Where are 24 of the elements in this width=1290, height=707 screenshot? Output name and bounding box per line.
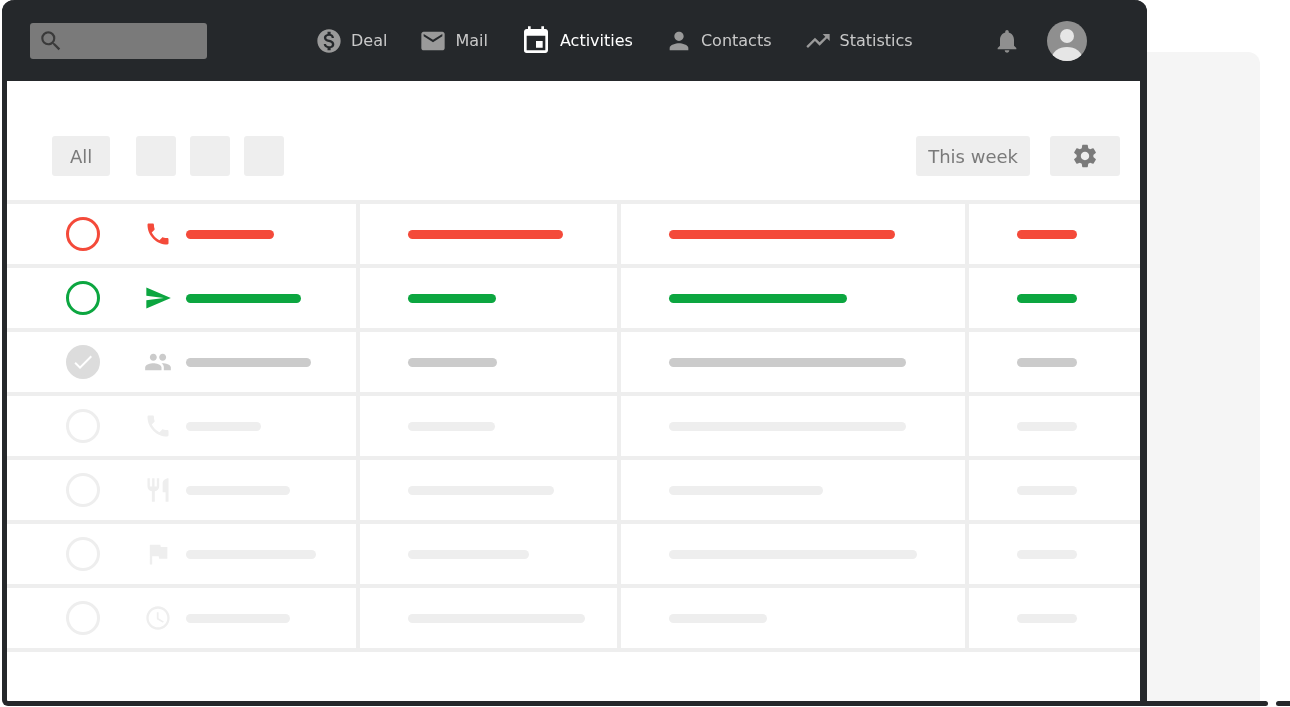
status-circle[interactable] (66, 217, 100, 251)
nav-label: Contacts (700, 31, 772, 50)
nav-label: Deal (351, 31, 388, 50)
search-field[interactable] (30, 22, 207, 59)
nav-tab[interactable]: Mail (419, 26, 488, 55)
settings-icon (1071, 142, 1099, 170)
settings-button[interactable] (1050, 136, 1120, 176)
nav-label: Statistics (839, 31, 913, 50)
baseline-dash (1276, 701, 1290, 706)
checked-circle[interactable] (66, 345, 100, 379)
nav-label: Activities (559, 31, 633, 50)
status-circle[interactable] (66, 281, 100, 315)
avatar-icon[interactable] (1046, 20, 1087, 61)
nav-tab[interactable]: Contacts (664, 26, 772, 55)
nav-tab[interactable]: Activities (519, 24, 633, 57)
text-placeholder-bar (1017, 357, 1077, 367)
nav-label: Mail (455, 31, 488, 50)
dollar-coin-icon (315, 26, 343, 55)
filter-button[interactable]: All (52, 136, 111, 176)
text-placeholder-bar (1017, 229, 1077, 239)
nav-tab[interactable]: Statistics (803, 26, 913, 55)
period-button[interactable]: This week (916, 136, 1030, 176)
text-placeholder-bar (1017, 293, 1077, 303)
nav-tab[interactable]: Deal (315, 26, 388, 55)
